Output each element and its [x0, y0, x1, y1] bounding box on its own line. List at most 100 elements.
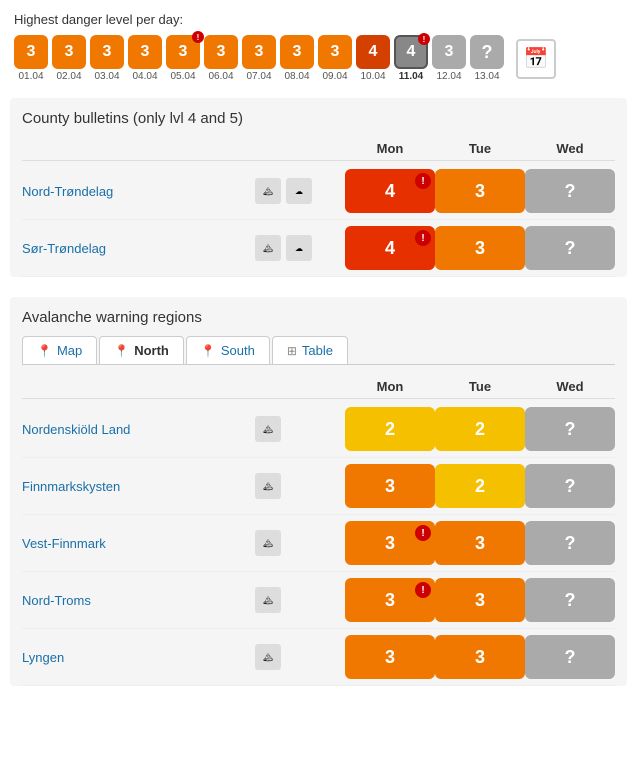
avalanche-region-name-0: Nordenskiöld Land: [22, 421, 255, 437]
day-badge-0104[interactable]: 301.04: [14, 35, 48, 82]
avalanche-region-name-4: Lyngen: [22, 649, 255, 665]
avalanche-row-1: Finnmarkskysten🏔32?: [22, 458, 615, 515]
day-num-1304: ?: [470, 35, 504, 69]
calendar-icon[interactable]: 📅: [516, 39, 556, 79]
avalanche-region-name-2: Vest-Finnmark: [22, 535, 255, 551]
avalanche-region-link-1[interactable]: Finnmarkskysten: [22, 479, 120, 494]
av-mon-4-cell: 3: [345, 635, 435, 679]
avalanche-region-name-3: Nord-Troms: [22, 592, 255, 608]
day-date-0704: 07.04: [246, 71, 271, 82]
day-num-0304: 3: [90, 35, 124, 69]
north-tab-label: North: [134, 343, 169, 358]
day-badge-0704[interactable]: 307.04: [242, 35, 276, 82]
day-num-0104: 3: [14, 35, 48, 69]
day-badge-0904[interactable]: 309.04: [318, 35, 352, 82]
county-table-header: Mon Tue Wed: [22, 137, 615, 161]
avalanche-section: Avalanche warning regions 📍Map📍North📍Sou…: [10, 297, 627, 686]
day-num-0904: 3: [318, 35, 352, 69]
county-tue-1-cell: 3: [435, 226, 525, 270]
th-av-tue: Tue: [435, 379, 525, 394]
av-mini-icon-1: 🏔: [255, 473, 281, 499]
south-tab-icon: 📍: [201, 344, 216, 358]
day-badge-0504[interactable]: 3! 05.04: [166, 35, 200, 82]
table-tab-label: Table: [302, 343, 333, 358]
av-mon-1-cell: 3: [345, 464, 435, 508]
av-wed-1-cell: ?: [525, 464, 615, 508]
county-mini-icon-0-0: 🏔: [255, 178, 281, 204]
danger-label: Highest danger level per day:: [14, 12, 623, 27]
day-num-1004: 4: [356, 35, 390, 69]
avalanche-tabs: 📍Map📍North📍South⊞Table: [22, 336, 615, 365]
county-row-1: Sør-Trøndelag 🏔☁4!3?: [22, 220, 615, 277]
county-icons-1: 🏔☁: [255, 235, 345, 261]
county-link-1[interactable]: Sør-Trøndelag: [22, 241, 106, 256]
county-mon-0-cell: 4!: [345, 169, 435, 213]
county-name-1: Sør-Trøndelag: [22, 240, 255, 256]
avalanche-icons-2: 🏔: [255, 530, 345, 556]
av-wed-0-cell: ?: [525, 407, 615, 451]
avalanche-icons-3: 🏔: [255, 587, 345, 613]
county-name-0: Nord-Trøndelag: [22, 183, 255, 199]
day-date-1204: 12.04: [436, 71, 461, 82]
avalanche-icons-0: 🏔: [255, 416, 345, 442]
th-county-mon: Mon: [345, 141, 435, 156]
day-badge-1004[interactable]: 410.04: [356, 35, 390, 82]
county-wed-1-cell: ?: [525, 226, 615, 270]
table-tab-icon: ⊞: [287, 344, 297, 358]
av-mon-3-cell: 3!: [345, 578, 435, 622]
map-tab-icon: 📍: [37, 344, 52, 358]
day-date-0304: 03.04: [94, 71, 119, 82]
av-wed-2-cell: ?: [525, 521, 615, 565]
avalanche-region-name-1: Finnmarkskysten: [22, 478, 255, 494]
day-badge-1104[interactable]: 4! 11.04: [394, 35, 428, 82]
county-mon-1-cell: 4!: [345, 226, 435, 270]
avalanche-region-link-0[interactable]: Nordenskiöld Land: [22, 422, 130, 437]
day-date-0404: 04.04: [132, 71, 157, 82]
avalanche-region-link-2[interactable]: Vest-Finnmark: [22, 536, 106, 551]
av-mini-icon-3: 🏔: [255, 587, 281, 613]
av-wed-3-cell: ?: [525, 578, 615, 622]
danger-days-row: 301.04302.04303.04304.043!05.04306.04307…: [14, 35, 623, 82]
day-num-0804: 3: [280, 35, 314, 69]
day-num-1104: 4!: [394, 35, 428, 69]
av-mini-icon-0: 🏔: [255, 416, 281, 442]
avalanche-tab-table[interactable]: ⊞ Table: [272, 336, 348, 364]
day-date-0104: 01.04: [18, 71, 43, 82]
county-mini-icon-1-1: ☁: [286, 235, 312, 261]
danger-section: Highest danger level per day: 301.04302.…: [0, 0, 637, 92]
county-mini-icon-0-1: ☁: [286, 178, 312, 204]
day-date-0504: 05.04: [170, 71, 195, 82]
day-date-1004: 10.04: [360, 71, 385, 82]
day-badge-0204[interactable]: 302.04: [52, 35, 86, 82]
day-badge-0404[interactable]: 304.04: [128, 35, 162, 82]
avalanche-tab-north[interactable]: 📍 North: [99, 336, 184, 364]
day-badge-0304[interactable]: 303.04: [90, 35, 124, 82]
day-badge-0804[interactable]: 308.04: [280, 35, 314, 82]
av-mon-0-cell: 2: [345, 407, 435, 451]
th-county-name: [22, 141, 255, 156]
day-date-0804: 08.04: [284, 71, 309, 82]
day-num-0204: 3: [52, 35, 86, 69]
day-badge-1204[interactable]: 312.04: [432, 35, 466, 82]
avalanche-section-title: Avalanche warning regions: [22, 309, 615, 326]
avalanche-tab-south[interactable]: 📍South: [186, 336, 270, 364]
day-num-0704: 3: [242, 35, 276, 69]
day-num-0404: 3: [128, 35, 162, 69]
county-wed-0-cell: ?: [525, 169, 615, 213]
day-date-1104: 11.04: [399, 71, 423, 82]
day-num-0504: 3!: [166, 35, 200, 69]
avalanche-rows: Nordenskiöld Land🏔22?Finnmarkskysten🏔32?…: [22, 401, 615, 686]
day-badge-0604[interactable]: 306.04: [204, 35, 238, 82]
county-bulletins-section: County bulletins (only lvl 4 and 5) Mon …: [10, 98, 627, 277]
th-county-tue: Tue: [435, 141, 525, 156]
county-row-0: Nord-Trøndelag🏔☁4!3?: [22, 163, 615, 220]
avalanche-table-header: Mon Tue Wed: [22, 375, 615, 399]
avalanche-region-link-3[interactable]: Nord-Troms: [22, 593, 91, 608]
avalanche-tab-map[interactable]: 📍Map: [22, 336, 97, 364]
day-date-0604: 06.04: [208, 71, 233, 82]
day-badge-1304[interactable]: ?13.04: [470, 35, 504, 82]
county-link-0[interactable]: Nord-Trøndelag: [22, 184, 113, 199]
avalanche-region-link-4[interactable]: Lyngen: [22, 650, 64, 665]
north-tab-icon: 📍: [114, 344, 129, 358]
av-tue-0-cell: 2: [435, 407, 525, 451]
